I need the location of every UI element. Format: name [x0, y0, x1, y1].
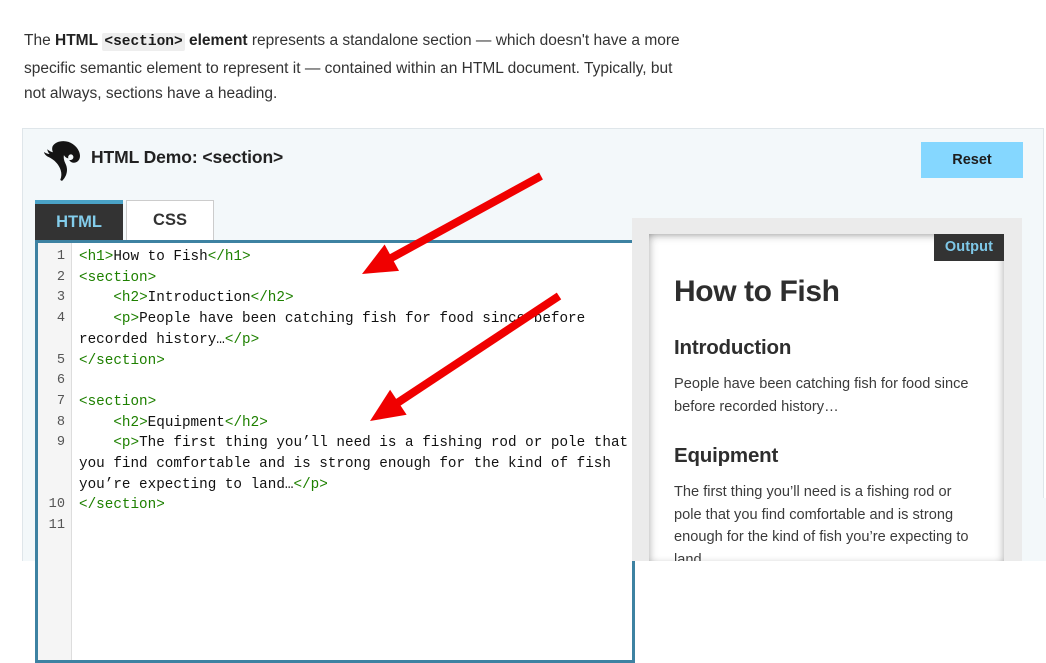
code-token-tag: </section> — [79, 352, 165, 369]
inline-code-section-tag: <section> — [102, 33, 185, 51]
intro-text-element: element — [184, 32, 248, 49]
code-token-text: People have been catching fish for food … — [79, 311, 594, 348]
code-line: 8 <h2>Equipment</h2> — [38, 413, 632, 434]
code-token-tag: </h1> — [207, 249, 251, 265]
output-h2-introduction: Introduction — [674, 336, 792, 359]
intro-text-html: HTML — [55, 32, 99, 49]
demo-title: HTML Demo: <section> — [91, 147, 284, 167]
code-line: 2 <section> — [38, 268, 632, 289]
code-token-tag: <p> — [113, 311, 140, 328]
code-token-tag: </section> — [79, 497, 165, 514]
output-p-introduction: People have been catching fish for food … — [674, 376, 969, 415]
output-p-equipment: The first thing you’ll need is a fishing… — [674, 484, 969, 561]
code-token-tag: </p> — [224, 331, 260, 348]
output-preview-panel: Output How to Fish Introduction People h… — [632, 218, 1022, 561]
code-line-text: <section> — [72, 392, 632, 413]
reset-button[interactable]: Reset — [921, 142, 1023, 178]
tab-css[interactable]: CSS — [126, 200, 214, 240]
code-token-tag: <section> — [79, 269, 157, 286]
demo-header: HTML Demo: <section> Reset — [23, 129, 1043, 191]
code-line: 3 <h2>Introduction</h2> — [38, 288, 632, 309]
code-token-tag: </p> — [293, 476, 328, 493]
tab-html[interactable]: HTML — [35, 200, 123, 240]
code-line-number: 11 — [48, 518, 65, 534]
code-line-text: <section> — [72, 268, 632, 289]
code-line: 6 — [38, 371, 632, 392]
code-line-number: 6 — [56, 373, 65, 389]
code-line: 10 </section> — [38, 495, 632, 516]
output-h1-title: How to Fish — [674, 275, 840, 308]
code-token-tag: </h2> — [224, 414, 268, 431]
code-token-tag: <h2> — [113, 414, 148, 431]
code-token-tag: </h2> — [250, 290, 294, 307]
code-content[interactable]: 1 <h1>How to Fish</h1> 2 <section> 3 <h2>Int… — [38, 247, 632, 537]
code-line: 5 </section> — [38, 351, 632, 372]
code-line: 4 <p>People have been catching fish for … — [38, 309, 632, 350]
output-preview-frame: Output How to Fish Introduction People h… — [649, 234, 1004, 561]
code-token-text: The first thing you’ll need is a fishing… — [79, 435, 629, 493]
editor-tabs: HTML CSS — [35, 197, 214, 240]
code-line: 7 <section> — [38, 392, 632, 413]
output-badge: Output — [933, 234, 1004, 261]
output-h2-equipment: Equipment — [674, 444, 779, 467]
code-line-text: <h1>How to Fish</h1> — [72, 247, 632, 268]
code-line: 11 — [38, 516, 632, 537]
code-line-text: <h2>Equipment</h2> — [72, 413, 632, 434]
code-token-tag: <h1> — [79, 249, 114, 265]
code-line-number: 1 — [56, 249, 65, 264]
code-line: 1 <h1>How to Fish</h1> — [38, 247, 632, 268]
code-line-number: 7 — [56, 393, 65, 409]
code-line-number: 4 — [56, 311, 65, 327]
mdn-dinosaur-logo-icon — [39, 139, 87, 183]
code-line-text: <p>The first thing you’ll need is a fish… — [72, 433, 632, 495]
code-line-number: 10 — [48, 497, 65, 513]
code-token-text: Introduction — [147, 290, 251, 307]
code-line-number: 3 — [56, 290, 65, 306]
code-token-tag: <section> — [79, 393, 157, 410]
code-line-text: </section> — [72, 495, 632, 516]
code-editor[interactable]: 1 <h1>How to Fish</h1> 2 <section> 3 <h2>Int… — [35, 240, 635, 663]
code-token-text: Equipment — [147, 414, 225, 431]
code-token-text: How to Fish — [113, 249, 208, 265]
code-line-number: 8 — [56, 414, 65, 430]
intro-paragraph: The HTML <section> element represents a … — [24, 28, 684, 107]
code-line-text: </section> — [72, 351, 632, 372]
code-line-text: <p>People have been catching fish for fo… — [72, 309, 632, 350]
output-rendered-content: How to Fish Introduction People have bee… — [674, 274, 982, 561]
code-line-number: 5 — [56, 352, 65, 368]
code-line-text: <h2>Introduction</h2> — [72, 288, 632, 309]
code-line-number: 9 — [56, 435, 65, 451]
code-token-tag: <p> — [113, 435, 140, 452]
code-line-number: 2 — [56, 269, 65, 285]
code-token-tag: <h2> — [113, 290, 148, 307]
intro-text-lead: The — [24, 32, 56, 49]
code-line: 9 <p>The first thing you’ll need is a fi… — [38, 433, 632, 495]
page-scroll-strip[interactable] — [1032, 498, 1046, 561]
